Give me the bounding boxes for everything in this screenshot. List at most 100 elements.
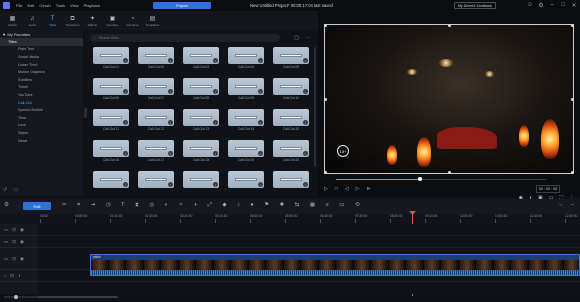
search-input[interactable]: ⌕ Search titles [90,34,280,42]
title-thumbnail[interactable]: ↓ [273,171,309,188]
title-card[interactable]: ↓ Call-Out 08 [183,78,219,100]
next-frame-icon[interactable]: ▷ [356,186,360,192]
sidebar-item-time[interactable]: Time [0,114,83,122]
tab-effects[interactable]: ✦ Effects [83,13,102,30]
tab-templates[interactable]: ▤ Templates [143,13,162,30]
download-icon[interactable]: ↓ [258,151,263,156]
title-thumbnail[interactable]: ↓ [183,140,219,157]
sidebar-item-plain-text[interactable]: Plain Text [0,46,83,54]
play-icon[interactable]: ▷ [324,186,328,192]
title-card[interactable]: ↓ Call-Out 19 [228,140,264,162]
sidebar-item-social-media[interactable]: Social Media [0,53,83,61]
menu-view[interactable]: View [70,3,79,8]
title-thumbnail[interactable]: ↓ [138,140,174,157]
video-preview[interactable]: 18+ [324,24,574,174]
sidebar-item-subtitles[interactable]: Subtitles [0,76,83,84]
download-icon[interactable]: ↓ [258,120,263,125]
resize-handle[interactable] [571,171,573,173]
close-icon[interactable]: ✕ [570,1,578,9]
timeline-zoom-slider[interactable] [4,295,38,299]
title-thumbnail[interactable]: ↓ [273,109,309,126]
sidebar-item-love[interactable]: Love [0,122,83,130]
download-icon[interactable]: ↓ [123,151,128,156]
video-clip[interactable]: video [90,254,580,276]
favorites-header[interactable]: ♥ My Favorites [0,30,83,38]
folder-icon[interactable]: ▭ [13,187,18,193]
download-icon[interactable]: ↓ [123,89,128,94]
sidebar-item-speech-bubble[interactable]: Speech Bubble [0,106,83,114]
download-icon[interactable]: ↓ [258,182,263,187]
stabilize-icon[interactable]: ◎ [149,202,154,209]
menu-file[interactable]: File [16,3,22,8]
ai-tool-icon[interactable]: ✺ [280,202,285,209]
title-thumbnail[interactable]: ↓ [228,109,264,126]
edit-button[interactable]: Edit [23,202,51,210]
download-icon[interactable]: ↓ [303,89,308,94]
sidebar-item-styles[interactable]: Styles [0,129,83,137]
track-lane[interactable] [38,236,580,248]
sidebar-item-news[interactable]: News [0,137,83,145]
title-card[interactable]: ↓ Call-Out 13 [183,109,219,131]
download-icon[interactable]: ↓ [168,120,173,125]
title-card[interactable]: ↓ Call-Out 02 [138,47,174,69]
account-icon[interactable]: ☺ [526,1,534,9]
download-icon[interactable]: ↓ [258,58,263,63]
title-thumbnail[interactable]: ↓ [183,109,219,126]
fit-icon[interactable]: ⇔ [558,202,564,208]
title-card[interactable]: ↓ [228,171,264,189]
text-tool-icon[interactable]: T [121,202,124,209]
chapter-icon[interactable]: ≡ [326,202,329,209]
trim-icon[interactable]: ⇥ [91,202,96,209]
stop-icon[interactable]: □ [335,186,338,192]
title-thumbnail[interactable]: ↓ [93,171,129,188]
sidebar-item-travel[interactable]: Travel [0,84,83,92]
title-card[interactable]: ↓ Call-Out 15 [273,109,309,131]
transform-icon[interactable]: ⤢ [207,202,211,209]
download-icon[interactable]: ↓ [213,58,218,63]
lock-icon[interactable]: ⊡ [12,256,16,262]
download-icon[interactable]: ↓ [258,89,263,94]
title-card[interactable]: ↓ Call-Out 18 [183,140,219,162]
title-thumbnail[interactable]: ↓ [183,47,219,64]
title-card[interactable]: ↓ Call-Out 09 [228,78,264,100]
download-icon[interactable]: ↓ [123,58,128,63]
resize-handle[interactable] [448,25,451,27]
eye-icon[interactable]: ◉ [20,256,24,262]
title-thumbnail[interactable]: ↓ [138,171,174,188]
timeline-ruler[interactable]: 00:00 00:50:00 01:40:00 02:30:00 03:20:00 04:… [0,214,580,224]
download-icon[interactable]: ↓ [168,58,173,63]
tab-overlays[interactable]: ▣ Overlays [103,13,122,30]
sidebar-item-motion-graphics[interactable]: Motion Graphics [0,68,83,76]
sidebar-item-titles[interactable]: Titles [0,38,83,46]
playback-scrubber[interactable] [324,177,574,181]
title-thumbnail[interactable]: ↓ [138,78,174,95]
minimize-icon[interactable]: – [548,1,556,9]
title-card[interactable]: ↓ [138,171,174,189]
resize-handle[interactable] [325,25,327,27]
grid-icon[interactable]: ▦ [310,202,315,209]
title-thumbnail[interactable]: ↓ [273,47,309,64]
resize-handle[interactable] [571,98,573,101]
menu-edit[interactable]: Edit [27,3,34,8]
resize-handle[interactable] [448,171,451,173]
menu-genai[interactable]: GenAI [39,3,50,8]
download-icon[interactable]: ↓ [168,151,173,156]
download-icon[interactable]: ↓ [213,89,218,94]
download-icon[interactable]: ↓ [213,120,218,125]
timeline-scrollbar[interactable] [38,295,578,299]
keyframe-icon[interactable]: ◆ [222,202,226,209]
sidebar-collapse-handle[interactable] [84,108,87,118]
export-button[interactable]: Export [153,2,211,9]
motion-icon[interactable]: ⇆ [295,202,300,209]
menu-tools[interactable]: Tools [56,3,65,8]
download-icon[interactable]: ↓ [123,182,128,187]
resize-handle[interactable] [325,98,327,101]
title-card[interactable]: ↓ Call-Out 07 [138,78,174,100]
title-card[interactable]: ↓ Call-Out 12 [138,109,174,131]
title-card[interactable]: ↓ Call-Out 03 [183,47,219,69]
lock-icon[interactable]: ⊡ [12,227,16,233]
sidebar-item-youtube[interactable]: YouTube [0,91,83,99]
title-thumbnail[interactable]: ↓ [183,78,219,95]
speed-icon[interactable]: ◷ [106,202,111,209]
title-thumbnail[interactable]: ↓ [93,78,129,95]
